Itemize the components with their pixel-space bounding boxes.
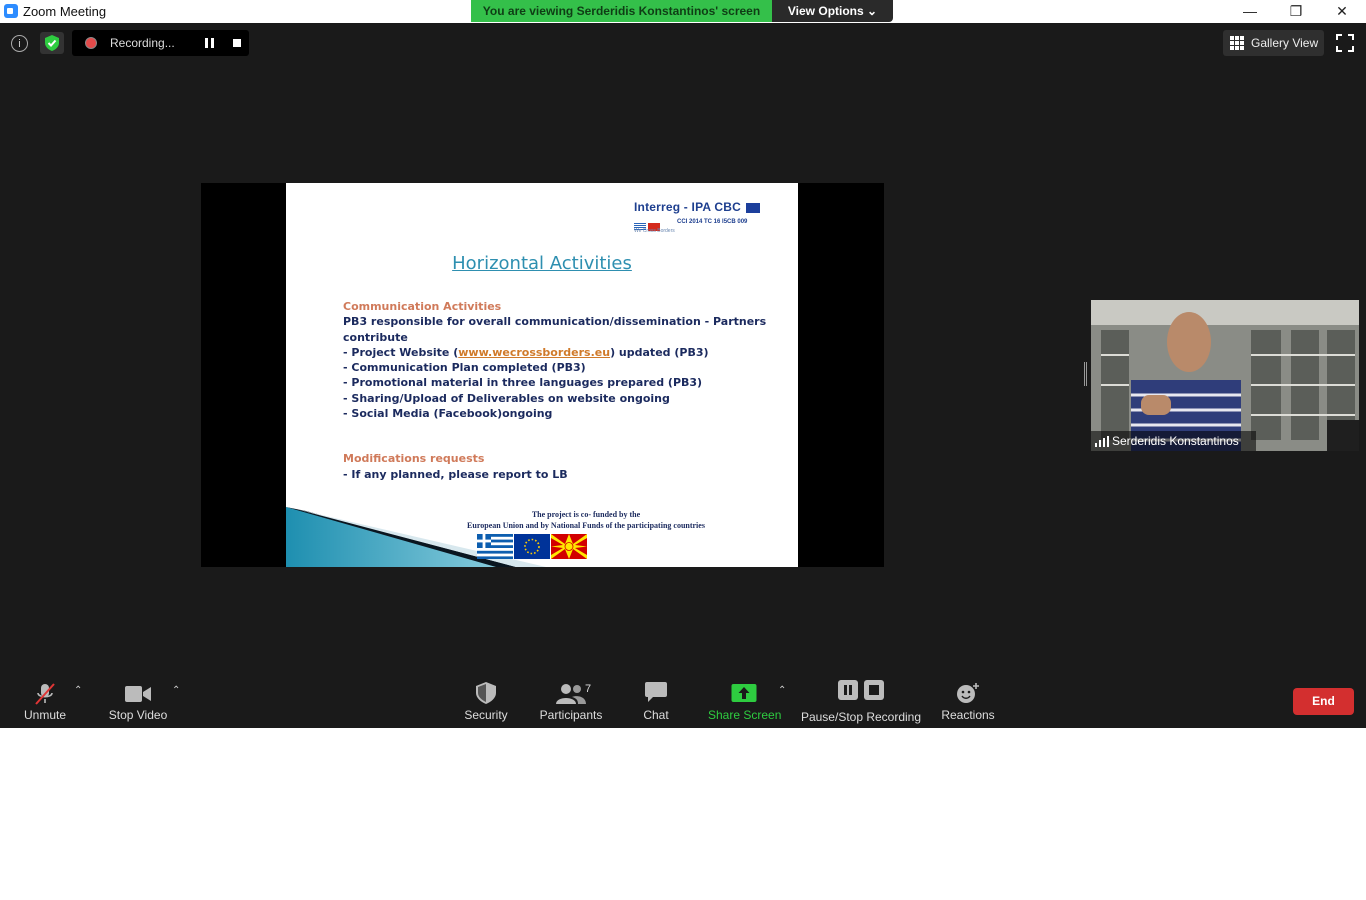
logo-code: CCI 2014 TC 16 I5CB 009 (677, 219, 748, 225)
chat-bubble-icon (645, 682, 667, 702)
security-label: Security (464, 708, 508, 722)
end-meeting-button[interactable]: End (1293, 688, 1354, 715)
logo-tagline: We Cross Borders (634, 228, 675, 234)
slide-text: - Project Website ( (343, 345, 459, 359)
logo-title: Interreg - IPA CBC (634, 200, 741, 214)
gallery-view-button[interactable]: Gallery View (1223, 30, 1324, 56)
eu-flag-icon (514, 534, 550, 559)
stop-video-label: Stop Video (108, 708, 168, 722)
slide-line: - Project Website (www.wecrossborders.eu… (343, 345, 798, 360)
recording-dot-icon (85, 37, 97, 49)
zoom-app-icon (4, 4, 18, 18)
share-options-chevron-icon[interactable]: ⌃ (778, 685, 788, 696)
footer-line: European Union and by National Funds of … (467, 521, 705, 530)
share-screen-button[interactable]: Share Screen (708, 674, 782, 728)
microphone-muted-icon (35, 683, 55, 705)
footer-line: The project is co- funded by the (531, 510, 641, 519)
slide-line: PB3 responsible for overall communicatio… (343, 315, 767, 344)
participants-count: 7 (585, 683, 592, 695)
eu-flag-icon (745, 202, 760, 213)
unmute-label: Unmute (23, 708, 67, 722)
close-button[interactable]: ✕ (1319, 0, 1365, 23)
north-macedonia-flag-icon (551, 534, 587, 559)
reactions-button[interactable]: Reactions (938, 674, 998, 728)
stop-video-button[interactable]: Stop Video (104, 674, 172, 728)
share-screen-label: Share Screen (708, 708, 782, 722)
slide-line: - Sharing/Upload of Deliverables on webs… (343, 391, 670, 405)
slide-text: ) updated (PB3) (610, 345, 709, 359)
grid-icon (1230, 36, 1244, 50)
gallery-view-label: Gallery View (1251, 36, 1319, 50)
unmute-button[interactable]: Unmute (14, 674, 76, 728)
pause-recording-button[interactable] (205, 38, 214, 48)
slide-line: - Social Media (Facebook)ongoing (343, 407, 553, 421)
pause-stop-recording-button[interactable]: Pause/Stop Recording (800, 674, 922, 728)
encryption-shield-button[interactable] (40, 32, 64, 54)
section-heading: Modifications requests (343, 452, 485, 466)
slide-line: - Promotional material in three language… (343, 376, 703, 390)
video-panel-resize-handle[interactable] (1084, 362, 1087, 386)
view-options-label: View Options (787, 4, 864, 18)
connection-signal-icon (1095, 436, 1109, 447)
pause-stop-recording-icon (838, 680, 884, 700)
pause-stop-recording-label: Pause/Stop Recording (800, 710, 922, 724)
participants-label: Participants (539, 708, 603, 722)
participant-name: Serderidis Konstantinos (1112, 434, 1239, 448)
section-heading: Communication Activities (343, 300, 502, 313)
minimize-button[interactable]: — (1227, 0, 1273, 23)
meeting-toolbar: Unmute ⌃ Stop Video ⌃ Security 7 Partici… (0, 674, 1366, 728)
website-link: www.wecrossborders.eu (458, 345, 611, 359)
interreg-logo: Interreg - IPA CBC CCI 2014 TC 16 I5CB 0… (634, 200, 760, 234)
slide-line: - If any planned, please report to LB (343, 467, 568, 481)
presentation-slide: Interreg - IPA CBC CCI 2014 TC 16 I5CB 0… (286, 183, 798, 567)
restore-button[interactable]: ❐ (1273, 0, 1319, 23)
slide-body: Communication Activities PB3 responsible… (343, 299, 798, 482)
shield-check-icon (45, 35, 59, 51)
recording-status: Recording... (110, 36, 175, 50)
chat-button[interactable]: Chat (634, 674, 678, 728)
slide-footer: The project is co- funded by the Europea… (396, 509, 776, 531)
reactions-label: Reactions (941, 708, 995, 722)
video-camera-icon (125, 686, 151, 702)
participants-icon (556, 684, 586, 704)
slide-line: - Communication Plan completed (PB3) (343, 361, 586, 375)
greece-flag-icon (477, 534, 513, 559)
fullscreen-icon (1336, 34, 1354, 52)
stop-recording-button[interactable] (233, 39, 241, 47)
chevron-down-icon: ⌄ (867, 4, 878, 18)
meeting-info-icon[interactable]: i (11, 35, 28, 52)
fullscreen-button[interactable] (1336, 34, 1354, 52)
participants-button[interactable]: 7 Participants (536, 674, 606, 728)
reactions-emoji-icon (957, 683, 979, 703)
security-shield-icon (476, 682, 496, 704)
audio-options-chevron-icon[interactable]: ⌃ (74, 685, 84, 696)
participant-video-feed (1091, 300, 1359, 451)
view-options-dropdown[interactable]: View Options ⌄ (772, 0, 893, 22)
chat-label: Chat (643, 708, 669, 722)
share-screen-arrow-icon (731, 684, 757, 702)
slide-title: Horizontal Activities (452, 253, 632, 274)
zoom-window: Zoom Meeting — ❐ ✕ You are viewing Serde… (0, 0, 1366, 728)
window-title: Zoom Meeting (23, 4, 107, 19)
participant-name-bar: Serderidis Konstantinos (1091, 431, 1256, 451)
recording-indicator: Recording... (72, 30, 249, 56)
video-options-chevron-icon[interactable]: ⌃ (172, 685, 182, 696)
viewing-screen-banner: You are viewing Serderidis Konstantinos'… (471, 0, 772, 22)
security-button[interactable]: Security (458, 674, 514, 728)
participant-video-tile[interactable]: Serderidis Konstantinos (1091, 300, 1359, 451)
